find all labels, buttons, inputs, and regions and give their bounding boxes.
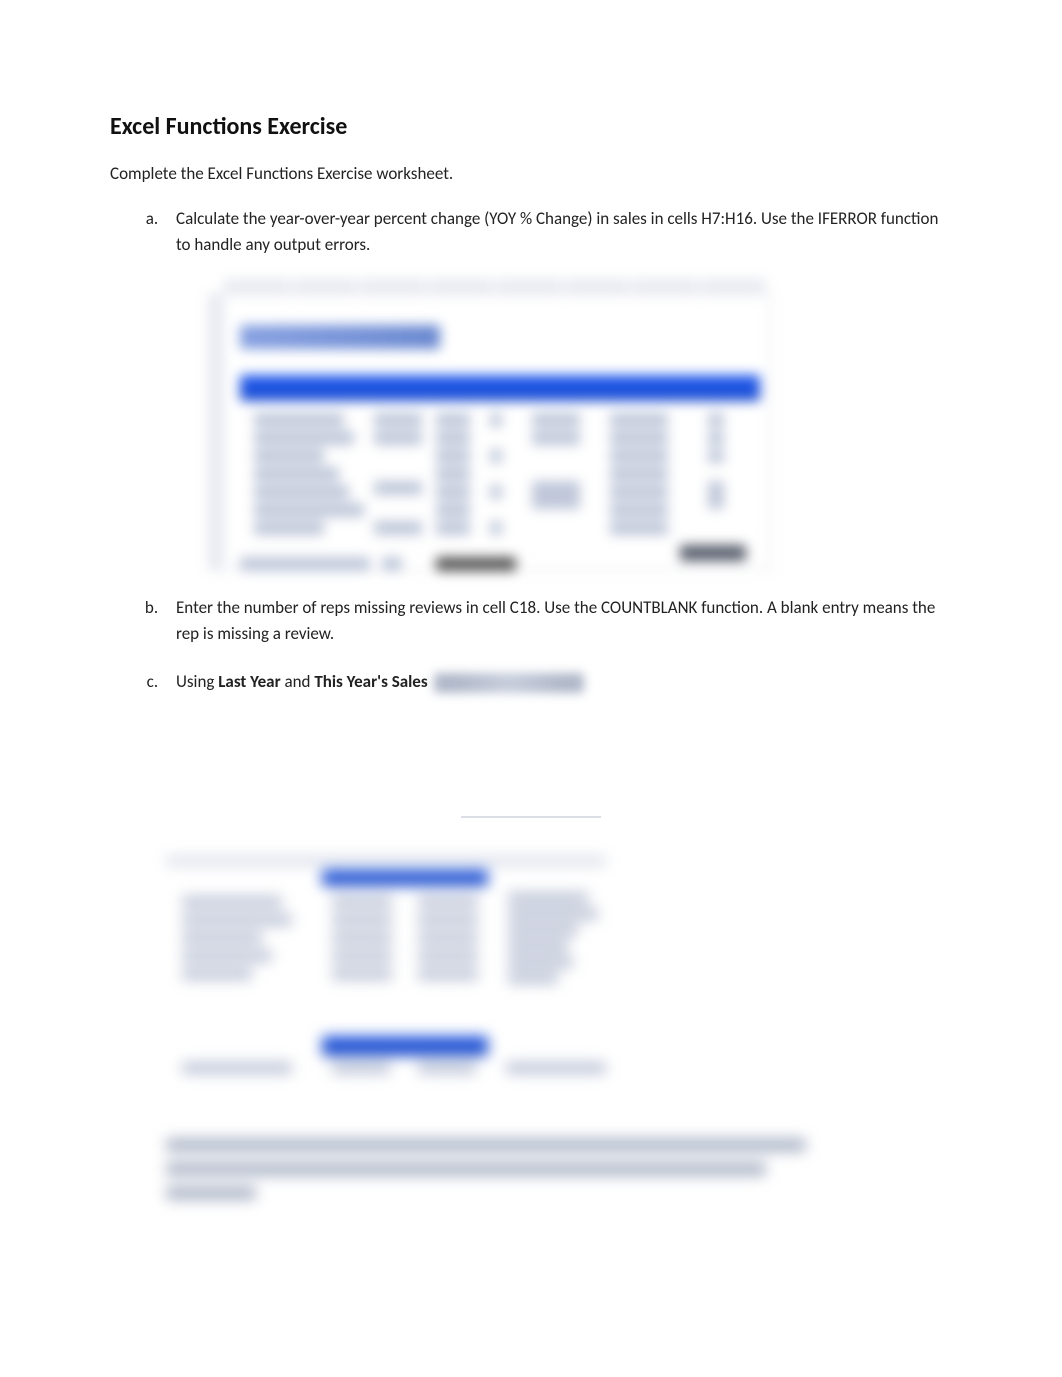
item-c-blurred-suffix — [434, 673, 584, 693]
item-b-text: Enter the number of reps missing reviews… — [176, 597, 935, 644]
row-numbers — [210, 295, 224, 569]
blurred-paragraph — [166, 1138, 816, 1200]
intro-text: Complete the Excel Functions Exercise wo… — [110, 163, 952, 184]
page-title: Excel Functions Exercise — [110, 112, 952, 141]
table-header-band — [240, 375, 760, 401]
screenshot-spreadsheet-1 — [210, 279, 770, 569]
divider — [461, 816, 601, 818]
sheet-title-bar — [240, 325, 440, 349]
item-c-prefix: Using — [176, 671, 218, 692]
figure-1 — [210, 279, 952, 569]
screenshot-spreadsheet-2 — [166, 848, 606, 1088]
item-a-text: Calculate the year-over-year percent cha… — [176, 208, 938, 255]
col-headers — [210, 279, 770, 293]
item-c-mid: and — [281, 671, 315, 692]
sheet-body — [210, 295, 770, 569]
item-c-bold-1: Last Year — [218, 671, 280, 692]
item-c-bold-2: This Year's Sales — [314, 671, 427, 692]
list-item-c: Using Last Year and This Year's Sales — [162, 669, 952, 695]
document-page: Excel Functions Exercise Complete the Ex… — [0, 0, 1062, 1377]
instruction-list: Calculate the year-over-year percent cha… — [110, 206, 952, 696]
figure-2 — [166, 848, 952, 1088]
list-item-a: Calculate the year-over-year percent cha… — [162, 206, 952, 569]
list-item-b: Enter the number of reps missing reviews… — [162, 595, 952, 648]
